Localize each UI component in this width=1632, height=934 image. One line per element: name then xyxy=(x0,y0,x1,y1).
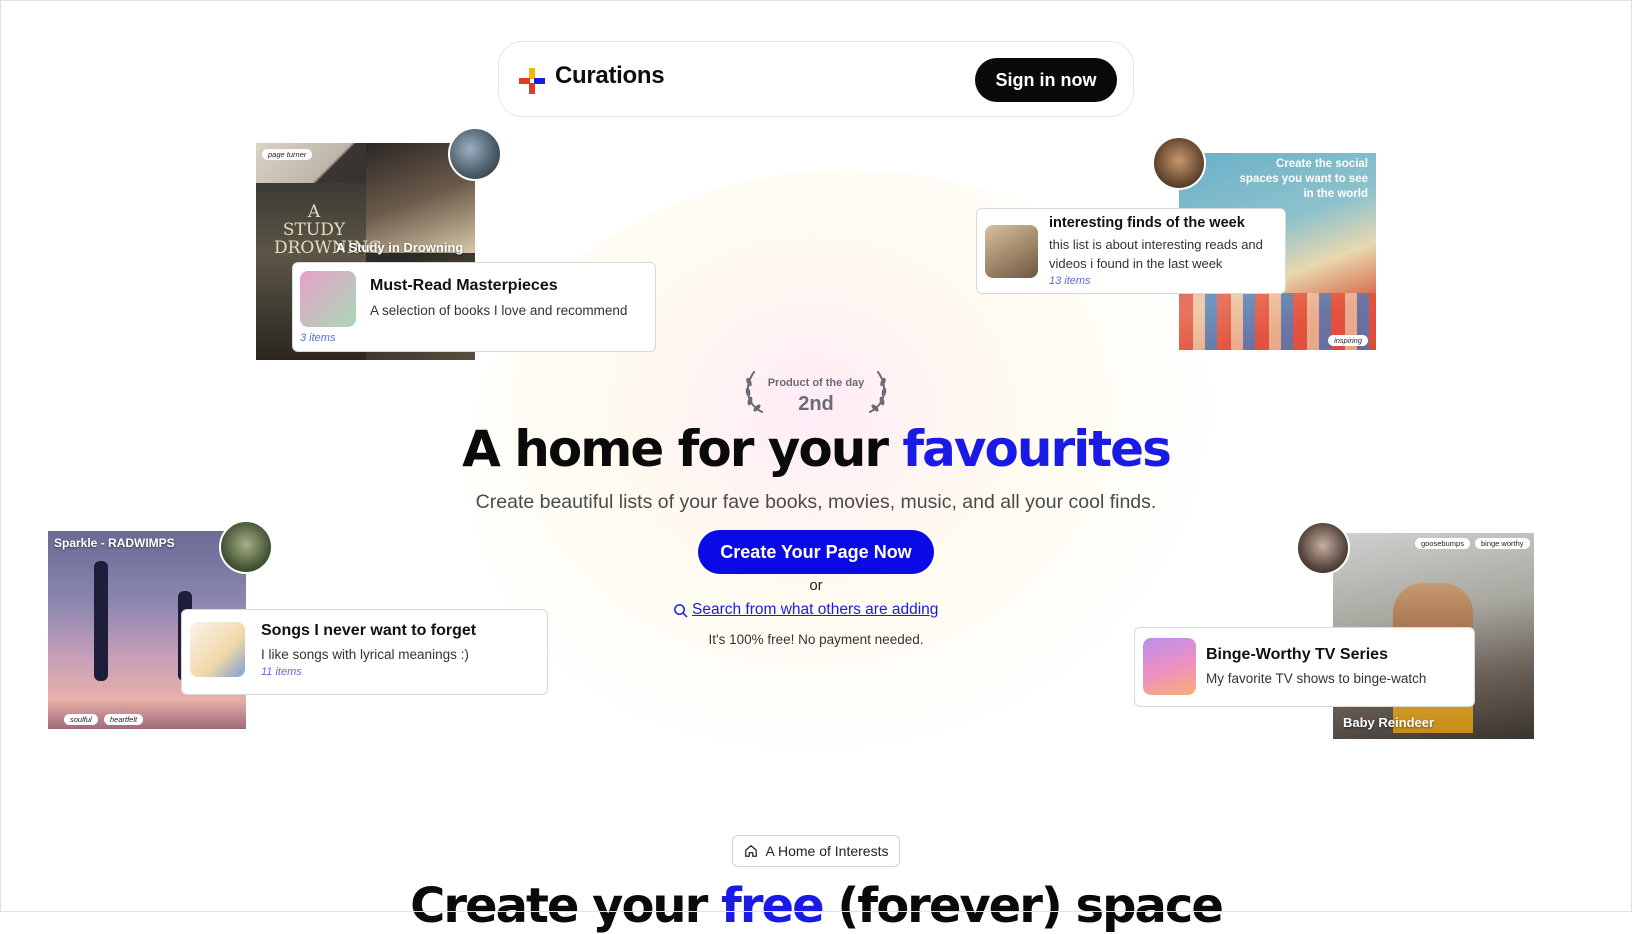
finds-photo-text: Create the social spaces you want to see… xyxy=(1239,158,1368,200)
hero-title-main: A home for your xyxy=(462,420,903,478)
or-divider: or xyxy=(809,577,823,594)
tv-tag-goosebumps: goosebumps xyxy=(1415,538,1470,549)
finds-curator-avatar[interactable] xyxy=(1152,136,1206,190)
section-heading: Create your free (forever) space xyxy=(0,878,1632,934)
product-of-day-rank: 2nd xyxy=(798,393,834,415)
free-note: It's 100% free! No payment needed. xyxy=(708,632,924,647)
curations-logo-icon xyxy=(519,68,545,94)
finds-list-thumb xyxy=(985,225,1038,278)
finds-list-title: interesting finds of the week xyxy=(1049,215,1245,231)
finds-list-count: 13 items xyxy=(1049,275,1091,287)
songs-curator-avatar[interactable] xyxy=(219,520,273,574)
books-curator-avatar[interactable] xyxy=(448,127,502,181)
tv-list-desc: My favorite TV shows to binge-watch xyxy=(1206,671,1427,686)
tv-list-title: Binge-Worthy TV Series xyxy=(1206,646,1388,663)
brand-name[interactable]: Curations xyxy=(555,62,665,90)
finds-list-desc: this list is about interesting reads and… xyxy=(1049,237,1263,271)
songs-list-count: 11 items xyxy=(261,666,302,678)
hero-subtitle: Create beautiful lists of your fave book… xyxy=(475,491,1157,513)
section-heading-end: (forever) space xyxy=(822,878,1224,934)
books-list-thumb xyxy=(300,271,356,327)
search-others-link[interactable]: Search from what others are adding xyxy=(673,599,938,621)
top-navbar: Curations Sign in now xyxy=(498,41,1134,117)
finds-tag: inspiring xyxy=(1328,335,1368,346)
books-tag: page turner xyxy=(262,149,313,160)
tv-photo-label: Baby Reindeer xyxy=(1343,715,1435,730)
sign-in-button[interactable]: Sign in now xyxy=(975,58,1117,102)
section-heading-accent: free xyxy=(720,878,825,934)
home-icon xyxy=(744,845,757,857)
songs-tag-heartfelt: heartfelt xyxy=(104,714,144,725)
tv-tag-binge-worthy: binge worthy xyxy=(1475,538,1530,549)
books-list-count: 3 items xyxy=(300,332,336,344)
search-icon xyxy=(674,603,688,617)
tv-curator-avatar[interactable] xyxy=(1296,521,1350,575)
songs-list-desc: I like songs with lyrical meanings :) xyxy=(261,647,469,662)
hero-title-accent: favourites xyxy=(902,420,1171,478)
books-list-desc: A selection of books I love and recommen… xyxy=(370,303,628,318)
home-of-interests-pill: A Home of Interests xyxy=(732,835,900,867)
books-list-card[interactable]: Must-Read Masterpieces A selection of bo… xyxy=(292,262,656,352)
home-of-interests-label: A Home of Interests xyxy=(765,843,889,859)
songs-list-thumb xyxy=(190,622,245,677)
search-others-label[interactable]: Search from what others are adding xyxy=(692,601,938,619)
create-page-button[interactable]: Create Your Page Now xyxy=(698,530,934,574)
songs-tag-soulful: soulful xyxy=(64,714,98,725)
books-list-title: Must-Read Masterpieces xyxy=(370,277,558,294)
product-of-day-label: Product of the day xyxy=(767,377,865,389)
books-photo-label: A Study in Drowning xyxy=(336,240,464,255)
songs-list-card[interactable]: Songs I never want to forget I like song… xyxy=(181,609,548,695)
finds-list-card[interactable]: interesting finds of the week this list … xyxy=(976,208,1286,294)
songs-photo-label: Sparkle - RADWIMPS xyxy=(54,536,175,550)
hero-title: A home for your favourites xyxy=(0,420,1632,478)
section-heading-start: Create your xyxy=(410,878,721,934)
